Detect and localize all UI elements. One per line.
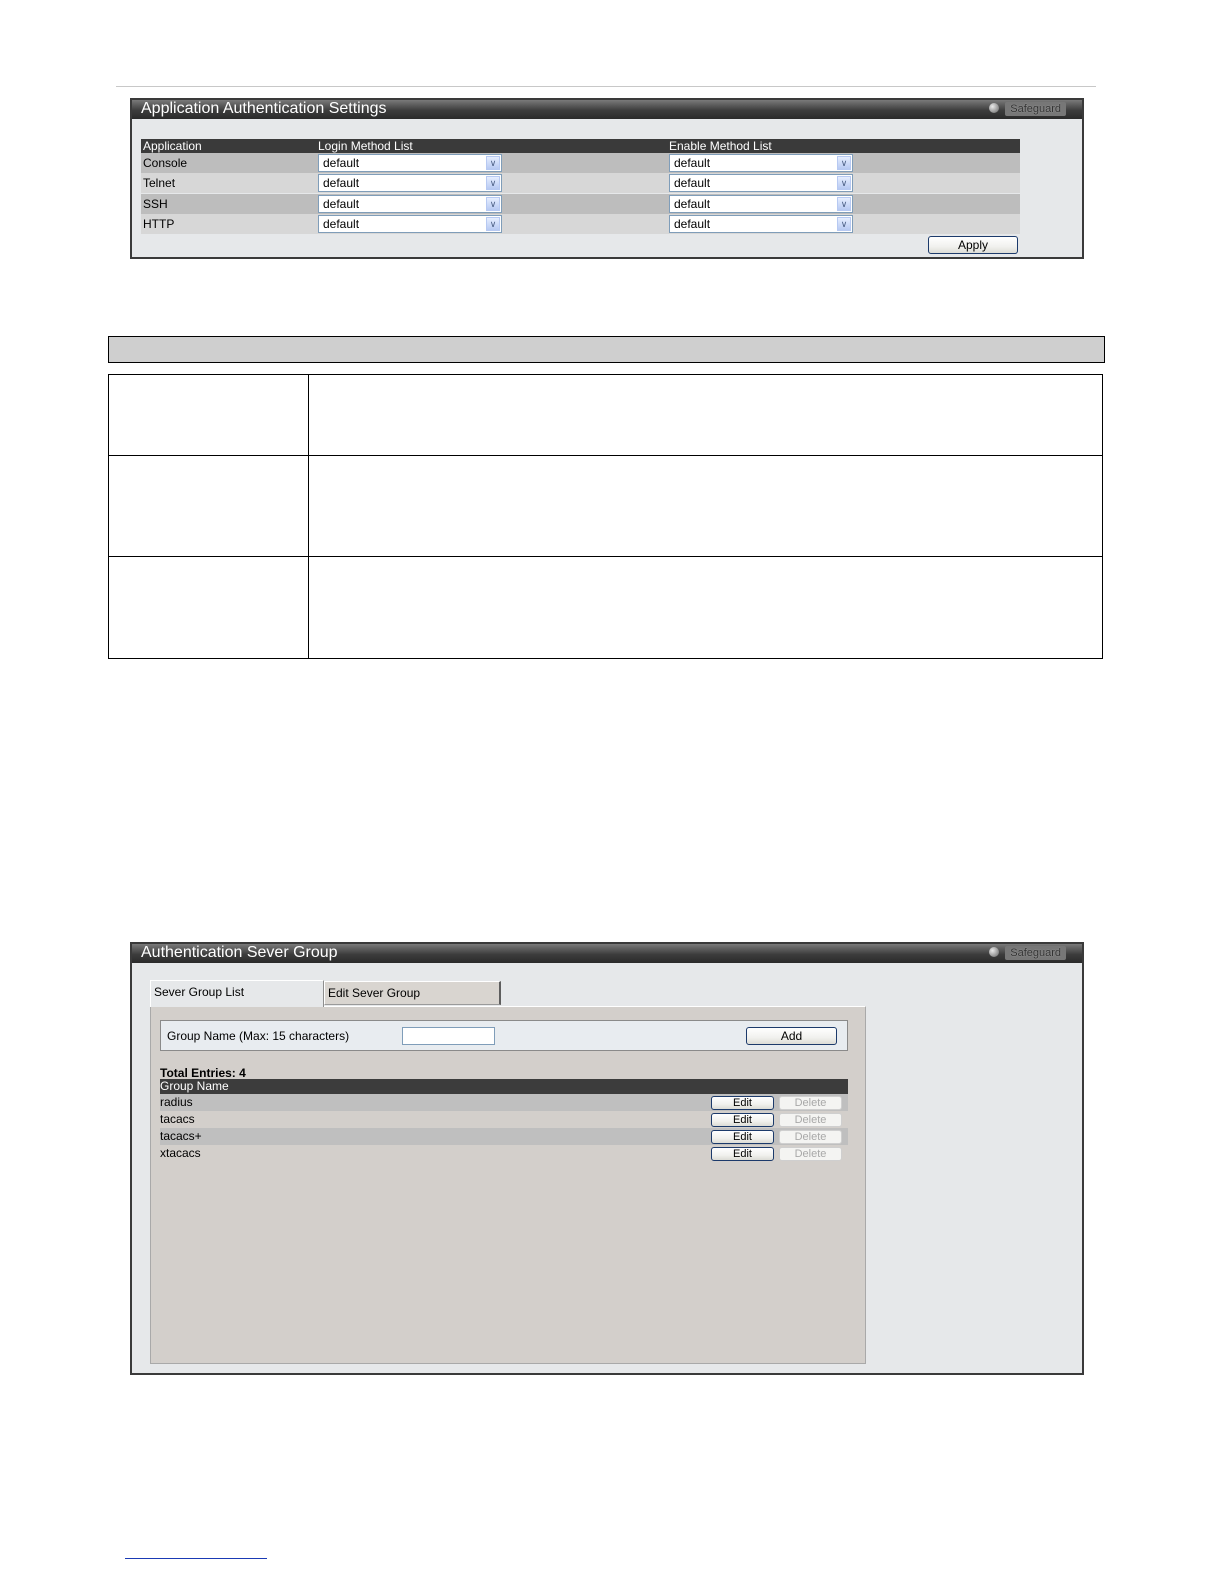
total-entries: Total Entries: 4 <box>160 1066 246 1080</box>
panel-title-bar: Application Authentication Settings Safe… <box>132 100 1082 119</box>
enable-method-select[interactable]: default ∨ <box>669 215 853 233</box>
group-name: tacacs+ <box>160 1129 202 1143</box>
parameter-description-table <box>108 374 1103 659</box>
login-method-value: default <box>323 156 360 170</box>
col-header-login-method-list: Login Method List <box>318 139 413 153</box>
add-group-form: Group Name (Max: 15 characters) Add <box>160 1020 848 1051</box>
col-header-group-name: Group Name <box>160 1079 229 1093</box>
application-row: Console default ∨ default ∨ <box>141 153 1020 173</box>
enable-method-value: default <box>674 176 711 190</box>
application-name: Console <box>143 156 188 170</box>
application-row: HTTP default ∨ default ∨ <box>141 214 1020 234</box>
description-row <box>108 455 1103 557</box>
parameter-cell <box>108 556 309 659</box>
login-method-select[interactable]: default ∨ <box>318 195 502 213</box>
login-method-value: default <box>323 217 360 231</box>
description-row <box>108 374 1103 456</box>
group-name: tacacs <box>160 1112 195 1126</box>
safeguard-status-icon <box>989 947 1000 957</box>
group-row: xtacacs Edit Delete <box>160 1145 848 1162</box>
group-name: radius <box>160 1095 193 1109</box>
chevron-down-icon[interactable]: ∨ <box>837 176 851 190</box>
group-list-header: Group Name <box>160 1079 848 1094</box>
description-cell <box>308 556 1103 659</box>
enable-method-select[interactable]: default ∨ <box>669 195 853 213</box>
application-name: Telnet <box>143 176 176 190</box>
edit-button[interactable]: Edit <box>711 1113 774 1127</box>
top-divider <box>116 86 1096 87</box>
delete-button[interactable]: Delete <box>779 1147 842 1161</box>
footer-link-underline <box>125 1558 267 1559</box>
delete-button[interactable]: Delete <box>779 1096 842 1110</box>
col-header-application: Application <box>143 139 202 153</box>
group-row: radius Edit Delete <box>160 1094 848 1111</box>
login-method-select[interactable]: default ∨ <box>318 174 502 192</box>
login-method-value: default <box>323 197 360 211</box>
panel-title: Authentication Sever Group <box>141 944 338 961</box>
parameter-cell <box>108 455 309 557</box>
safeguard-indicator: Safeguard <box>989 102 1066 116</box>
safeguard-indicator: Safeguard <box>989 946 1066 960</box>
group-row: tacacs Edit Delete <box>160 1111 848 1128</box>
enable-method-value: default <box>674 156 711 170</box>
panel-title-bar: Authentication Sever Group Safeguard <box>132 944 1082 963</box>
parameter-description-header <box>108 336 1105 363</box>
chevron-down-icon[interactable]: ∨ <box>486 176 500 190</box>
description-cell <box>308 374 1103 456</box>
tab-edit-sever-group[interactable]: Edit Sever Group <box>324 981 501 1005</box>
safeguard-status-icon <box>989 103 1000 113</box>
delete-button[interactable]: Delete <box>779 1130 842 1144</box>
apply-button[interactable]: Apply <box>928 236 1018 254</box>
delete-button[interactable]: Delete <box>779 1113 842 1127</box>
chevron-down-icon[interactable]: ∨ <box>486 217 500 231</box>
enable-method-select[interactable]: default ∨ <box>669 154 853 172</box>
chevron-down-icon[interactable]: ∨ <box>837 217 851 231</box>
edit-button[interactable]: Edit <box>711 1147 774 1161</box>
application-name: SSH <box>143 197 168 211</box>
chevron-down-icon[interactable]: ∨ <box>837 197 851 211</box>
login-method-select[interactable]: default ∨ <box>318 215 502 233</box>
method-list-table-header: Application Login Method List Enable Met… <box>141 139 1020 153</box>
application-row: SSH default ∨ default ∨ <box>141 194 1020 214</box>
enable-method-value: default <box>674 197 711 211</box>
login-method-value: default <box>323 176 360 190</box>
col-header-enable-method-list: Enable Method List <box>669 139 772 153</box>
application-name: HTTP <box>143 217 175 231</box>
application-row: Telnet default ∨ default ∨ <box>141 173 1020 193</box>
sever-group-list-content <box>150 1006 866 1364</box>
application-authentication-settings-panel: Application Authentication Settings Safe… <box>130 98 1084 259</box>
panel-title: Application Authentication Settings <box>141 100 387 117</box>
group-name: xtacacs <box>160 1146 201 1160</box>
safeguard-label: Safeguard <box>1005 946 1066 960</box>
safeguard-label: Safeguard <box>1005 102 1066 116</box>
group-name-input[interactable] <box>402 1027 495 1045</box>
enable-method-select[interactable]: default ∨ <box>669 174 853 192</box>
enable-method-value: default <box>674 217 711 231</box>
chevron-down-icon[interactable]: ∨ <box>486 156 500 170</box>
tab-sever-group-list[interactable]: Sever Group List <box>150 980 324 1007</box>
edit-button[interactable]: Edit <box>711 1096 774 1110</box>
description-cell <box>308 455 1103 557</box>
group-row: tacacs+ Edit Delete <box>160 1128 848 1145</box>
description-row <box>108 556 1103 659</box>
parameter-cell <box>108 374 309 456</box>
chevron-down-icon[interactable]: ∨ <box>837 156 851 170</box>
edit-button[interactable]: Edit <box>711 1130 774 1144</box>
group-name-label: Group Name (Max: 15 characters) <box>167 1029 350 1043</box>
login-method-select[interactable]: default ∨ <box>318 154 502 172</box>
chevron-down-icon[interactable]: ∨ <box>486 197 500 211</box>
add-button[interactable]: Add <box>746 1027 837 1045</box>
